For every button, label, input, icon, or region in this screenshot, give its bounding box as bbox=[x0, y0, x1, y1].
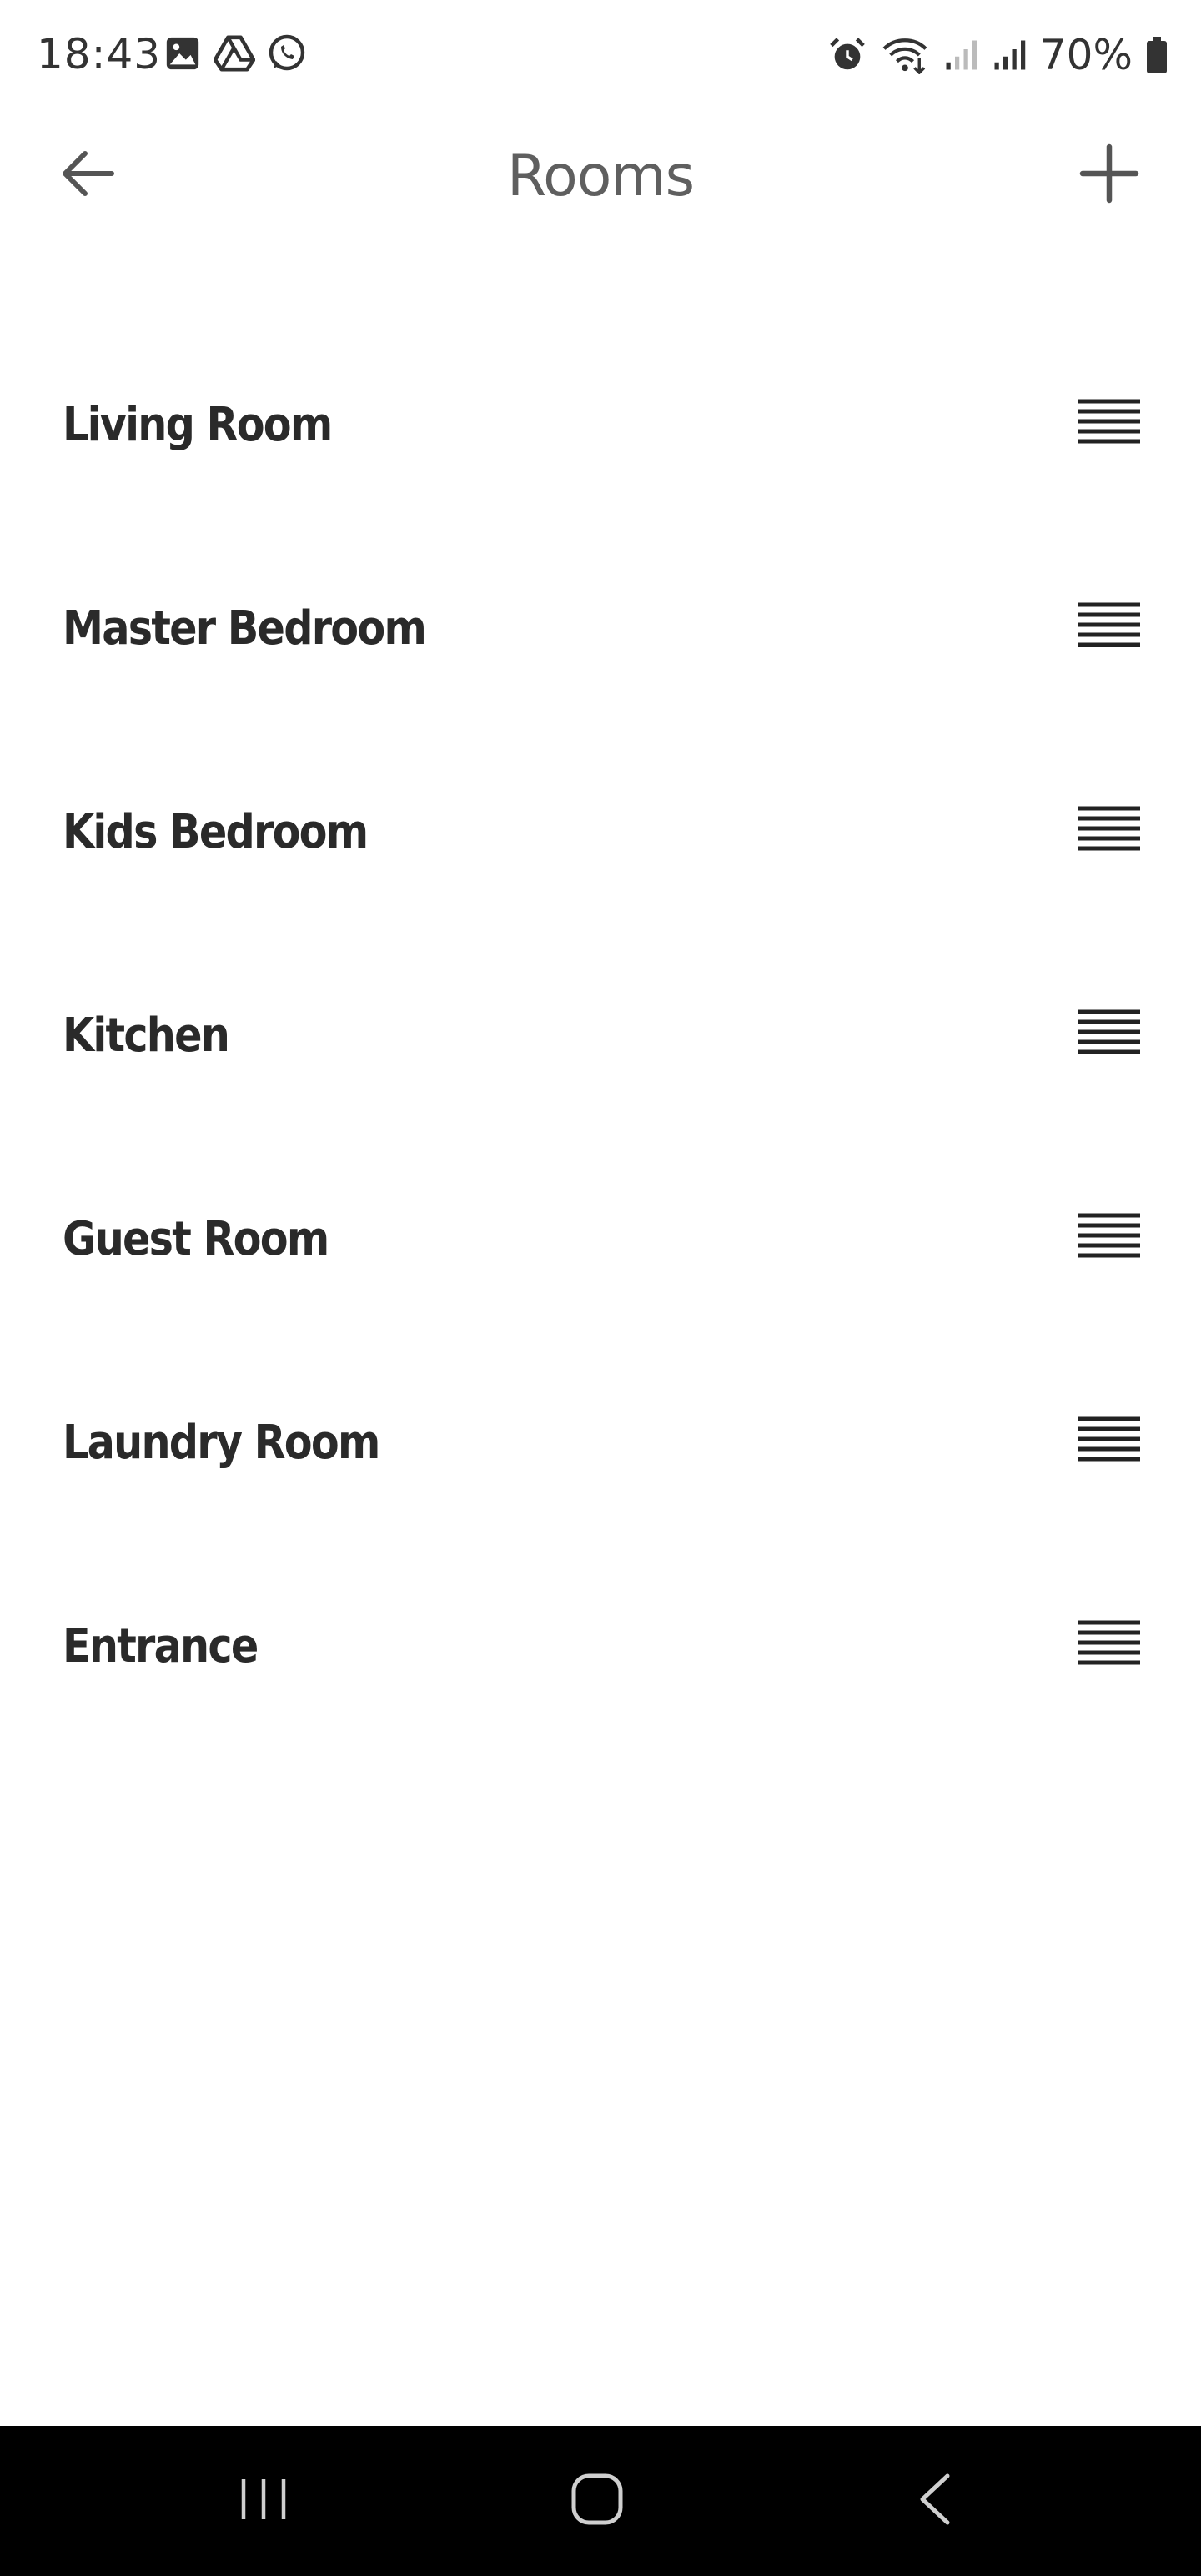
drive-icon bbox=[214, 34, 255, 73]
room-name: Kitchen bbox=[63, 1009, 230, 1063]
list-item[interactable]: Master Bedroom bbox=[0, 529, 1201, 732]
list-item[interactable]: Entrance bbox=[0, 1547, 1201, 1750]
battery-level: 70% bbox=[1039, 31, 1133, 79]
drag-handle[interactable] bbox=[1076, 395, 1143, 450]
alarm-icon bbox=[828, 36, 867, 74]
system-back-button[interactable] bbox=[884, 2459, 984, 2543]
drag-handle-icon bbox=[1078, 1619, 1140, 1670]
list-item[interactable]: Living Room bbox=[0, 325, 1201, 529]
list-item[interactable]: Kitchen bbox=[0, 936, 1201, 1140]
recents-icon bbox=[239, 2474, 289, 2528]
drag-handle-icon bbox=[1078, 1212, 1140, 1263]
drag-handle-icon bbox=[1078, 398, 1140, 449]
drag-handle[interactable] bbox=[1076, 1210, 1143, 1265]
room-name: Laundry Room bbox=[63, 1416, 380, 1470]
drag-handle[interactable] bbox=[1076, 1413, 1143, 1468]
app-header: Rooms bbox=[0, 108, 1201, 234]
drag-handle[interactable] bbox=[1076, 802, 1143, 858]
back-chevron-icon bbox=[916, 2473, 952, 2530]
drag-handle-icon bbox=[1078, 1009, 1140, 1059]
battery-icon bbox=[1146, 37, 1168, 73]
home-button[interactable] bbox=[547, 2459, 647, 2543]
room-name: Guest Room bbox=[63, 1212, 329, 1266]
room-name: Living Room bbox=[63, 398, 333, 452]
room-name: Kids Bedroom bbox=[63, 805, 369, 859]
list-item[interactable]: Laundry Room bbox=[0, 1343, 1201, 1547]
recents-button[interactable] bbox=[214, 2459, 314, 2543]
plus-icon bbox=[1079, 143, 1139, 208]
room-list: Living Room Master Bedroom Kids Bedroom bbox=[0, 325, 1201, 1750]
room-name: Master Bedroom bbox=[63, 601, 427, 656]
status-system-icons: 70% bbox=[828, 30, 1168, 80]
drag-handle[interactable] bbox=[1076, 599, 1143, 654]
drag-handle[interactable] bbox=[1076, 1617, 1143, 1672]
signal-weak-icon bbox=[943, 38, 978, 73]
page-title: Rooms bbox=[506, 143, 695, 209]
add-room-button[interactable] bbox=[1068, 133, 1151, 217]
drag-handle-icon bbox=[1078, 805, 1140, 856]
list-item[interactable]: Kids Bedroom bbox=[0, 732, 1201, 936]
home-icon bbox=[570, 2473, 624, 2530]
drag-handle[interactable] bbox=[1076, 1006, 1143, 1061]
status-notification-icons bbox=[163, 33, 307, 73]
list-item[interactable]: Guest Room bbox=[0, 1140, 1201, 1343]
wifi-icon bbox=[880, 36, 930, 74]
drag-handle-icon bbox=[1078, 1416, 1140, 1467]
whatsapp-icon bbox=[267, 33, 307, 73]
status-time: 18:43 bbox=[37, 30, 162, 78]
system-navigation-bar bbox=[0, 2426, 1201, 2576]
signal-icon bbox=[992, 38, 1027, 73]
status-bar: 18:43 70% bbox=[0, 0, 1201, 108]
gallery-icon bbox=[163, 34, 202, 73]
rooms-screen: 18:43 70% Rooms Living Room Master Bedro… bbox=[0, 0, 1201, 2576]
room-name: Entrance bbox=[63, 1619, 259, 1673]
drag-handle-icon bbox=[1078, 601, 1140, 652]
